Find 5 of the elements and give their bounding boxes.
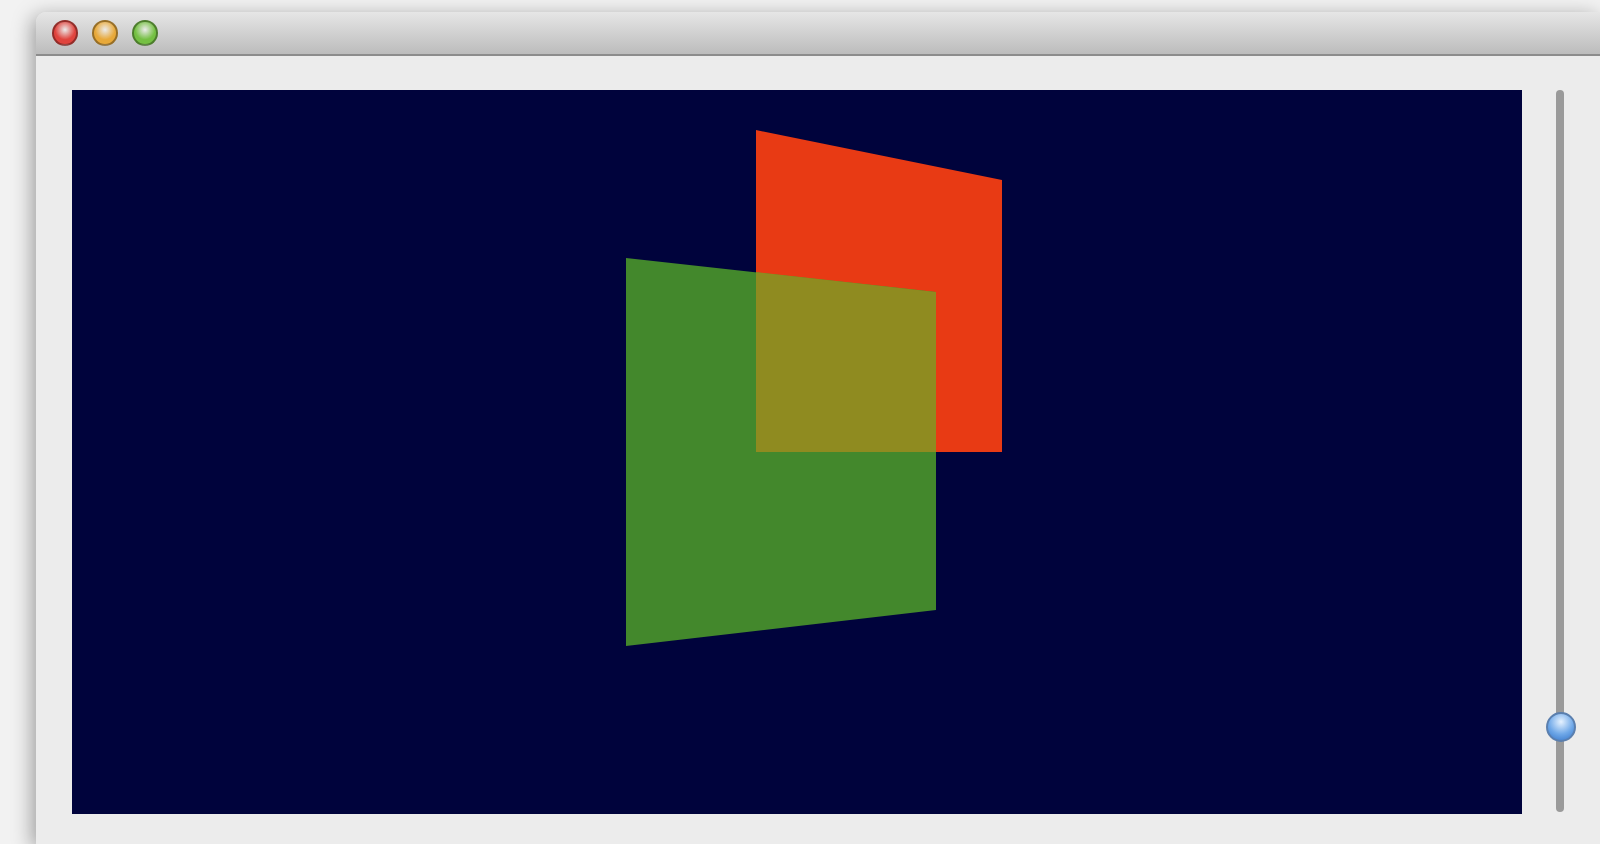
zoom-button[interactable] <box>132 20 158 46</box>
minimize-button[interactable] <box>92 20 118 46</box>
slider-thumb[interactable] <box>1545 712 1575 743</box>
close-button[interactable] <box>52 20 78 46</box>
vertical-slider[interactable] <box>1545 90 1575 812</box>
